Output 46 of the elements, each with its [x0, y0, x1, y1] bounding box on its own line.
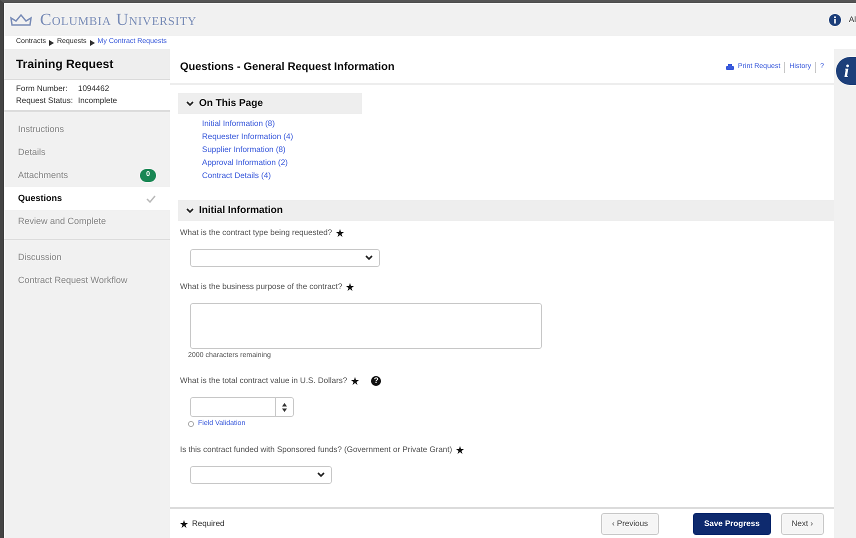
sidebar-item[interactable]: Details	[4, 141, 170, 164]
dropdown-field[interactable]	[190, 248, 380, 266]
chevron-down-icon	[317, 471, 325, 478]
next-button[interactable]: Next ›	[780, 513, 824, 535]
meta-label: Request Status:	[16, 95, 74, 107]
chevron-down-icon	[186, 206, 194, 214]
save-button[interactable]: Save Progress	[693, 513, 771, 535]
question-label: What is the business purpose of the contract?	[180, 280, 342, 292]
section-link[interactable]: Requester Information (4)	[202, 130, 294, 142]
caret-icon	[48, 40, 54, 46]
meta-label: Form Number:	[16, 83, 69, 95]
section-link[interactable]: Supplier Information (8)	[202, 142, 286, 156]
text-area-field[interactable]	[190, 302, 542, 348]
sidebar-item[interactable]: Contract Request Workflow	[4, 269, 170, 292]
required-legend: Required	[192, 518, 224, 530]
caret-icon	[90, 40, 95, 46]
chevron-down-icon	[365, 254, 373, 261]
dropdown-field[interactable]	[190, 466, 332, 484]
printer-icon	[726, 64, 734, 71]
previous-button[interactable]: ‹ Previous	[601, 513, 660, 535]
page-title: Questions - General Request Information	[180, 60, 395, 75]
section-header[interactable]: On This Page	[178, 92, 362, 114]
sidebar-item[interactable]: Review and Complete	[4, 210, 170, 233]
user-name[interactable]: Al	[848, 14, 856, 26]
required-star-icon	[180, 520, 188, 528]
logo-text: Columbia University	[40, 8, 197, 31]
crown-icon	[10, 12, 32, 26]
meta-value: Incomplete	[78, 95, 118, 107]
section-link[interactable]: Approval Information (2)	[202, 156, 288, 168]
section-header[interactable]: Initial Information	[178, 200, 834, 220]
number-field[interactable]	[190, 397, 294, 417]
info-button[interactable]: i	[836, 57, 856, 85]
info-icon	[828, 14, 841, 26]
section-link[interactable]: Contract Details (4)	[202, 168, 271, 182]
spinner-arrows-icon	[282, 402, 287, 412]
meta-value: 1094462	[78, 83, 110, 95]
sidebar-item[interactable]: Discussion	[4, 246, 170, 269]
sidebar-item[interactable]: Questions	[4, 187, 170, 210]
chevron-down-icon	[186, 100, 194, 106]
section-link[interactable]: Initial Information (8)	[202, 116, 275, 130]
question-label: What is the total contract value in U.S. Dollars?	[180, 375, 348, 387]
info-circle-icon	[188, 421, 194, 428]
help-icon[interactable]: ?	[371, 376, 382, 386]
question-label: Is this contract funded with Sponsored funds? (Government or Private Grant)	[180, 444, 452, 456]
question-label: What is the contract type being requested?	[180, 226, 332, 238]
sidebar-item[interactable]: Instructions	[4, 118, 170, 141]
